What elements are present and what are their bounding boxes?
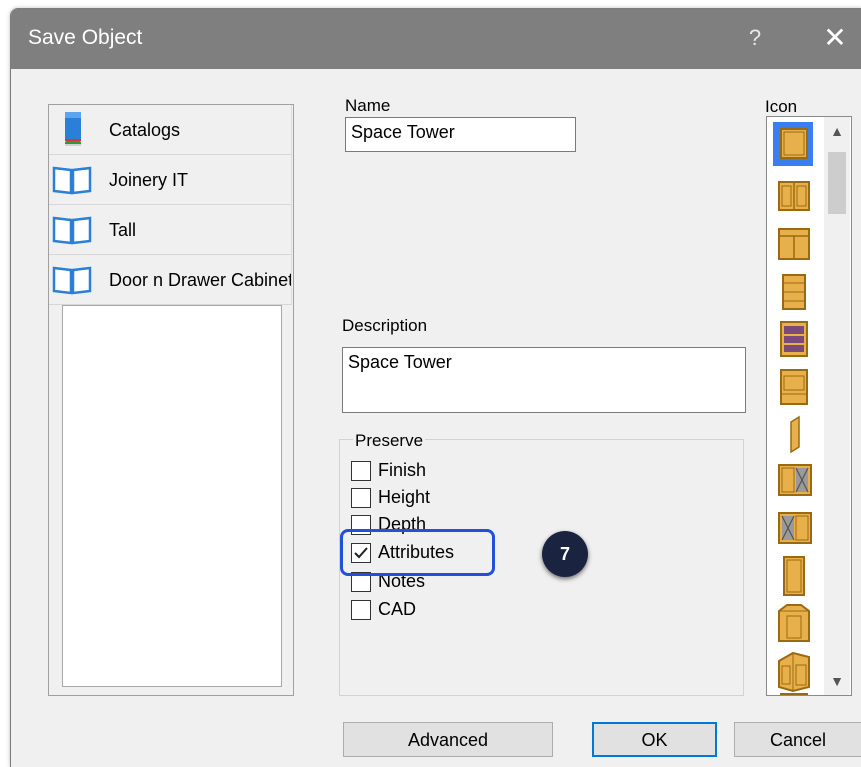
tree-item-tall[interactable]: Tall: [49, 205, 292, 255]
icon-option[interactable]: [773, 692, 813, 695]
preserve-legend: Preserve: [353, 431, 426, 451]
icon-list-scrollbar[interactable]: ▲ ▼: [824, 117, 850, 695]
description-label: Description: [342, 316, 428, 335]
advanced-button[interactable]: Advanced: [343, 722, 553, 757]
finish-label: Finish: [378, 460, 427, 480]
tree-item-label: Door n Drawer Cabinet: [109, 270, 292, 290]
name-input[interactable]: Space Tower: [345, 117, 576, 152]
tree-item-joinery-it[interactable]: Joinery IT: [49, 155, 292, 205]
open-book-icon: [52, 216, 92, 245]
corner-base-icon: [778, 651, 810, 693]
tree-item-door-n-drawer-cabinet[interactable]: Door n Drawer Cabinet: [49, 255, 292, 305]
open-shelf-icon: [780, 321, 808, 357]
end-panel-icon: [790, 415, 800, 454]
icon-option[interactable]: [773, 601, 813, 645]
close-button[interactable]: ✕: [815, 21, 855, 55]
tree-item-label: Catalogs: [109, 120, 181, 140]
icon-option[interactable]: [773, 222, 813, 266]
scroll-down-icon[interactable]: ▼: [824, 673, 850, 689]
help-button[interactable]: ?: [735, 21, 775, 55]
icon-option[interactable]: [773, 507, 813, 551]
icon-option[interactable]: [773, 365, 813, 409]
description-input[interactable]: Space Tower: [342, 347, 746, 413]
finish-checkbox[interactable]: [351, 461, 371, 481]
icon-option-selected[interactable]: [773, 122, 813, 166]
cad-checkbox[interactable]: [351, 600, 371, 620]
catalog-tree: Catalogs Joinery IT Tall Door n Drawer C…: [48, 104, 294, 696]
icon-list[interactable]: ▲ ▼: [766, 116, 852, 696]
oven-housing-icon: [780, 369, 808, 405]
drawer-stack-icon: [782, 274, 806, 310]
catalog-item-list[interactable]: [62, 305, 282, 687]
drawer-base-partial-icon: [780, 693, 808, 695]
icon-option[interactable]: [773, 459, 813, 503]
height-label: Height: [378, 487, 431, 507]
icon-option[interactable]: [773, 412, 813, 456]
icon-label: Icon: [765, 97, 798, 116]
title-bar: Save Object ? ✕: [11, 9, 861, 69]
window-title: Save Object: [28, 26, 143, 49]
cad-label: CAD: [378, 599, 417, 619]
scrollbar-thumb[interactable]: [828, 152, 846, 214]
glass-door-left-icon: [778, 512, 812, 544]
tree-item-catalogs[interactable]: Catalogs: [49, 105, 292, 155]
tree-item-label: Tall: [109, 220, 137, 240]
angled-corner-icon: [778, 604, 810, 642]
height-checkbox[interactable]: [351, 488, 371, 508]
icon-option[interactable]: [773, 649, 813, 693]
step-badge: 7: [542, 531, 588, 577]
double-door-base-icon: [778, 181, 810, 211]
open-book-icon: [52, 166, 92, 195]
icon-option[interactable]: [773, 554, 813, 598]
attributes-highlight: [340, 529, 495, 576]
cancel-button[interactable]: Cancel: [734, 722, 861, 757]
open-book-icon: [52, 266, 92, 295]
icon-option[interactable]: [773, 174, 813, 218]
catalog-book-icon: [65, 112, 81, 146]
tall-door-icon: [783, 556, 805, 596]
scroll-up-icon[interactable]: ▲: [824, 123, 850, 139]
name-label: Name: [345, 96, 391, 115]
single-door-base-icon: [780, 128, 808, 159]
icon-option[interactable]: [773, 317, 813, 361]
icon-option[interactable]: [773, 270, 813, 314]
glass-door-right-icon: [778, 464, 812, 496]
ok-button[interactable]: OK: [592, 722, 717, 757]
tree-item-label: Joinery IT: [109, 170, 189, 190]
save-object-dialog: Save Object ? ✕ Catalogs Joinery IT Tall…: [10, 8, 861, 767]
door-drawer-base-icon: [778, 228, 810, 260]
